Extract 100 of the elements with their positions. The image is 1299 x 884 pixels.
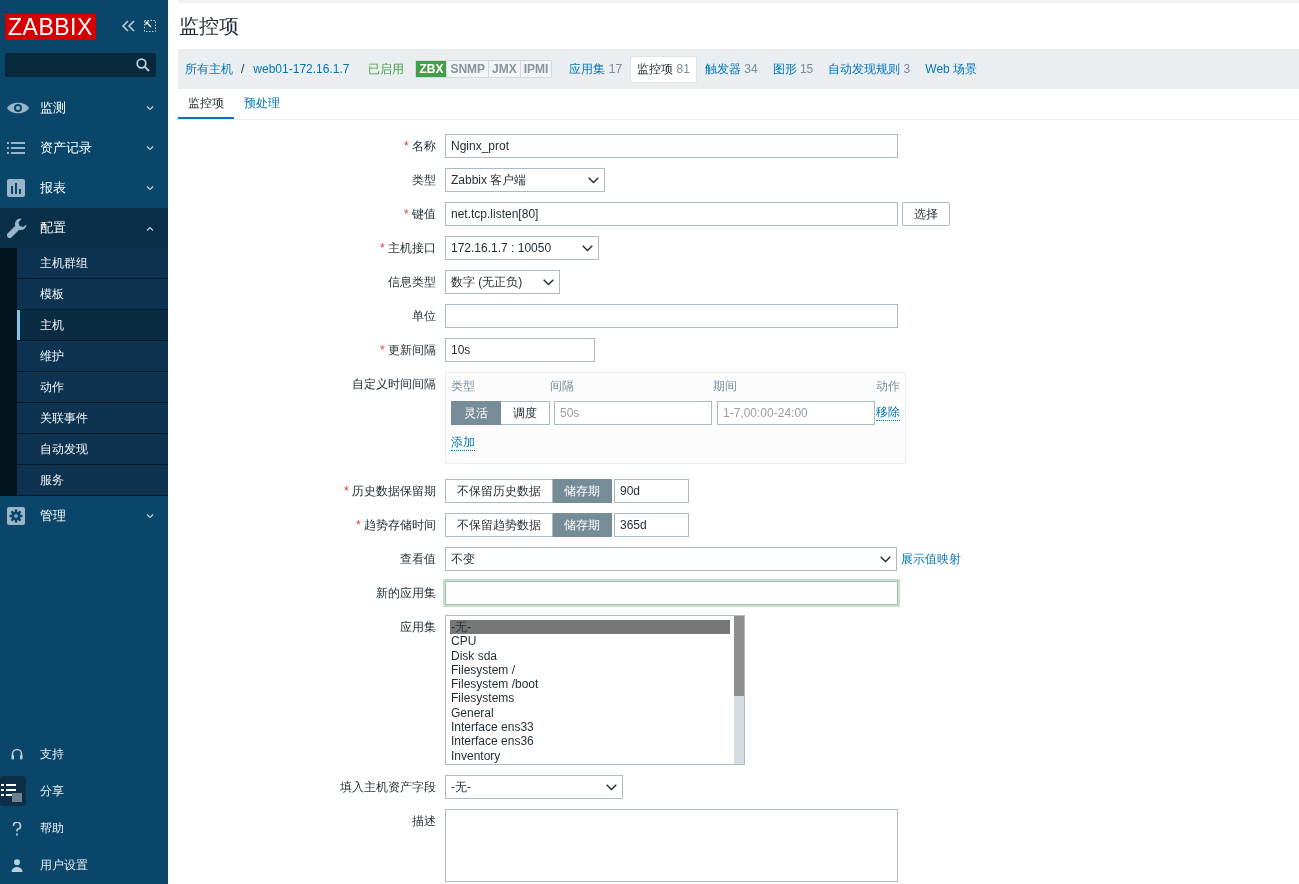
list-option[interactable]: Disk sda: [450, 648, 730, 663]
menu-item[interactable]: 报表: [0, 168, 168, 208]
collapse-icon[interactable]: [120, 20, 135, 32]
text-field[interactable]: 90d: [614, 479, 689, 503]
breadcrumb-separator: /: [241, 62, 245, 76]
floating-widget-icon[interactable]: [0, 776, 26, 806]
footer-link[interactable]: 支持: [11, 742, 68, 767]
search-field[interactable]: [5, 53, 156, 77]
menu-item[interactable]: 配置: [0, 208, 168, 248]
dropdown[interactable]: 172.16.1.7 : 10050: [445, 236, 599, 260]
field-label: * 主机接口: [380, 241, 436, 255]
host-tab[interactable]: 监控项 81: [630, 55, 697, 83]
availability-tag: JMX: [488, 61, 520, 77]
chevron-up-icon: [146, 225, 154, 231]
interval-field[interactable]: 50s: [554, 401, 712, 425]
gear-icon: [7, 507, 25, 525]
dropdown[interactable]: 数字 (无正负): [445, 270, 560, 294]
list-option[interactable]: Inventory: [450, 748, 730, 763]
column-header: 类型: [451, 378, 475, 395]
user-icon: [11, 859, 23, 872]
segment-button[interactable]: 不保留历史数据: [445, 479, 553, 503]
logo[interactable]: ZABBIX: [5, 13, 96, 40]
page-title: 监控项: [178, 13, 239, 39]
host-tab[interactable]: 触发器 34: [697, 55, 765, 83]
text-field[interactable]: Nginx_prot: [445, 134, 898, 158]
list-option[interactable]: Interface ens33: [450, 720, 730, 735]
text-field[interactable]: 365d: [614, 513, 689, 537]
list-option[interactable]: Filesystem /: [450, 662, 730, 678]
scrollbar[interactable]: [734, 616, 744, 764]
tab[interactable]: 预处理: [234, 89, 290, 119]
field-label: 类型: [412, 173, 436, 187]
submenu-item[interactable]: 模板: [17, 279, 168, 310]
submenu-item[interactable]: 主机群组: [17, 248, 168, 279]
submenu-item[interactable]: 动作: [17, 372, 168, 403]
host-tab[interactable]: 图形 15: [765, 55, 821, 83]
host-tab[interactable]: Web 场景: [918, 55, 985, 83]
tab[interactable]: 监控项: [178, 89, 234, 119]
submenu-item[interactable]: 主机: [17, 310, 168, 341]
field-label: 信息类型: [388, 275, 436, 289]
segment-button[interactable]: 调度: [501, 401, 550, 425]
wrench-icon: [7, 218, 27, 238]
caret-icon: [606, 783, 617, 791]
list-option[interactable]: Interface ens36: [450, 734, 730, 749]
description-field[interactable]: [445, 809, 898, 882]
list-option[interactable]: General: [450, 705, 730, 721]
field-label: * 趋势存储时间: [356, 518, 436, 532]
host-tab[interactable]: 自动发现规则 3: [821, 55, 918, 83]
breadcrumb-link[interactable]: web01-172.16.1.7: [253, 62, 350, 76]
dropdown[interactable]: 不变: [445, 547, 897, 571]
field-label: 新的应用集: [376, 586, 436, 600]
text-field[interactable]: 10s: [445, 338, 595, 362]
list-icon: [7, 142, 25, 154]
menu-item[interactable]: 管理: [0, 496, 168, 536]
period-field[interactable]: 1-7,00:00-24:00: [717, 401, 875, 425]
field-label: * 键值: [404, 207, 436, 221]
column-header: 期间: [713, 378, 737, 395]
footer-link[interactable]: 分享: [40, 779, 68, 804]
column-header: 间隔: [550, 378, 574, 395]
footer-link[interactable]: 帮助: [11, 816, 68, 841]
availability-tag: ZBX: [416, 61, 447, 77]
availability-tag: SNMP: [446, 61, 489, 77]
eye-icon: [7, 101, 29, 115]
search-icon[interactable]: [136, 58, 150, 72]
text-field[interactable]: [445, 581, 898, 605]
list-option[interactable]: Filesystems: [450, 691, 730, 706]
host-tab[interactable]: 应用集 17: [562, 55, 630, 83]
field-label: * 名称: [404, 139, 436, 153]
caret-icon: [880, 555, 891, 563]
field-label: 应用集: [400, 620, 436, 634]
text-field[interactable]: [445, 304, 898, 328]
footer-link[interactable]: 用户设置: [11, 853, 92, 878]
help-icon: [11, 821, 23, 836]
listbox[interactable]: -无- CPU Disk sda Filesystem / Filesystem /boot Filesystems General Interface ens33 Interface ens36 Inventory: [445, 615, 745, 765]
remove-link[interactable]: 移除: [876, 405, 900, 421]
field-label: 填入主机资产字段: [340, 780, 436, 794]
dropdown[interactable]: -无-: [445, 775, 623, 799]
list-option[interactable]: Filesystem /boot: [450, 677, 730, 692]
text-field[interactable]: net.tcp.listen[80]: [445, 202, 898, 226]
submenu-item[interactable]: 维护: [17, 341, 168, 372]
bar-chart-icon: [7, 179, 25, 197]
breadcrumb-link[interactable]: 所有主机: [185, 60, 233, 78]
caret-icon: [588, 176, 599, 184]
menu-item[interactable]: 监测: [0, 88, 168, 128]
headset-icon: [11, 748, 23, 761]
caret-icon: [543, 278, 554, 286]
value-mapping-link[interactable]: 展示值映射: [901, 547, 961, 571]
field-label: 单位: [412, 309, 436, 323]
menu-item[interactable]: 资产记录: [0, 128, 168, 168]
add-link[interactable]: 添加: [451, 435, 475, 451]
column-header: 动作: [876, 378, 900, 395]
field-label: * 更新间隔: [380, 343, 436, 357]
field-label: * 历史数据保留期: [344, 484, 436, 498]
fullscreen-icon[interactable]: [143, 20, 156, 32]
submenu-item[interactable]: 关联事件: [17, 403, 168, 434]
submenu-item[interactable]: 自动发现: [17, 434, 168, 465]
dropdown[interactable]: Zabbix 客户端: [445, 168, 605, 192]
list-option[interactable]: CPU: [450, 634, 730, 649]
segment-button[interactable]: 不保留趋势数据: [445, 513, 553, 537]
submenu-item[interactable]: 服务: [17, 465, 168, 496]
select-button[interactable]: 选择: [902, 202, 950, 226]
